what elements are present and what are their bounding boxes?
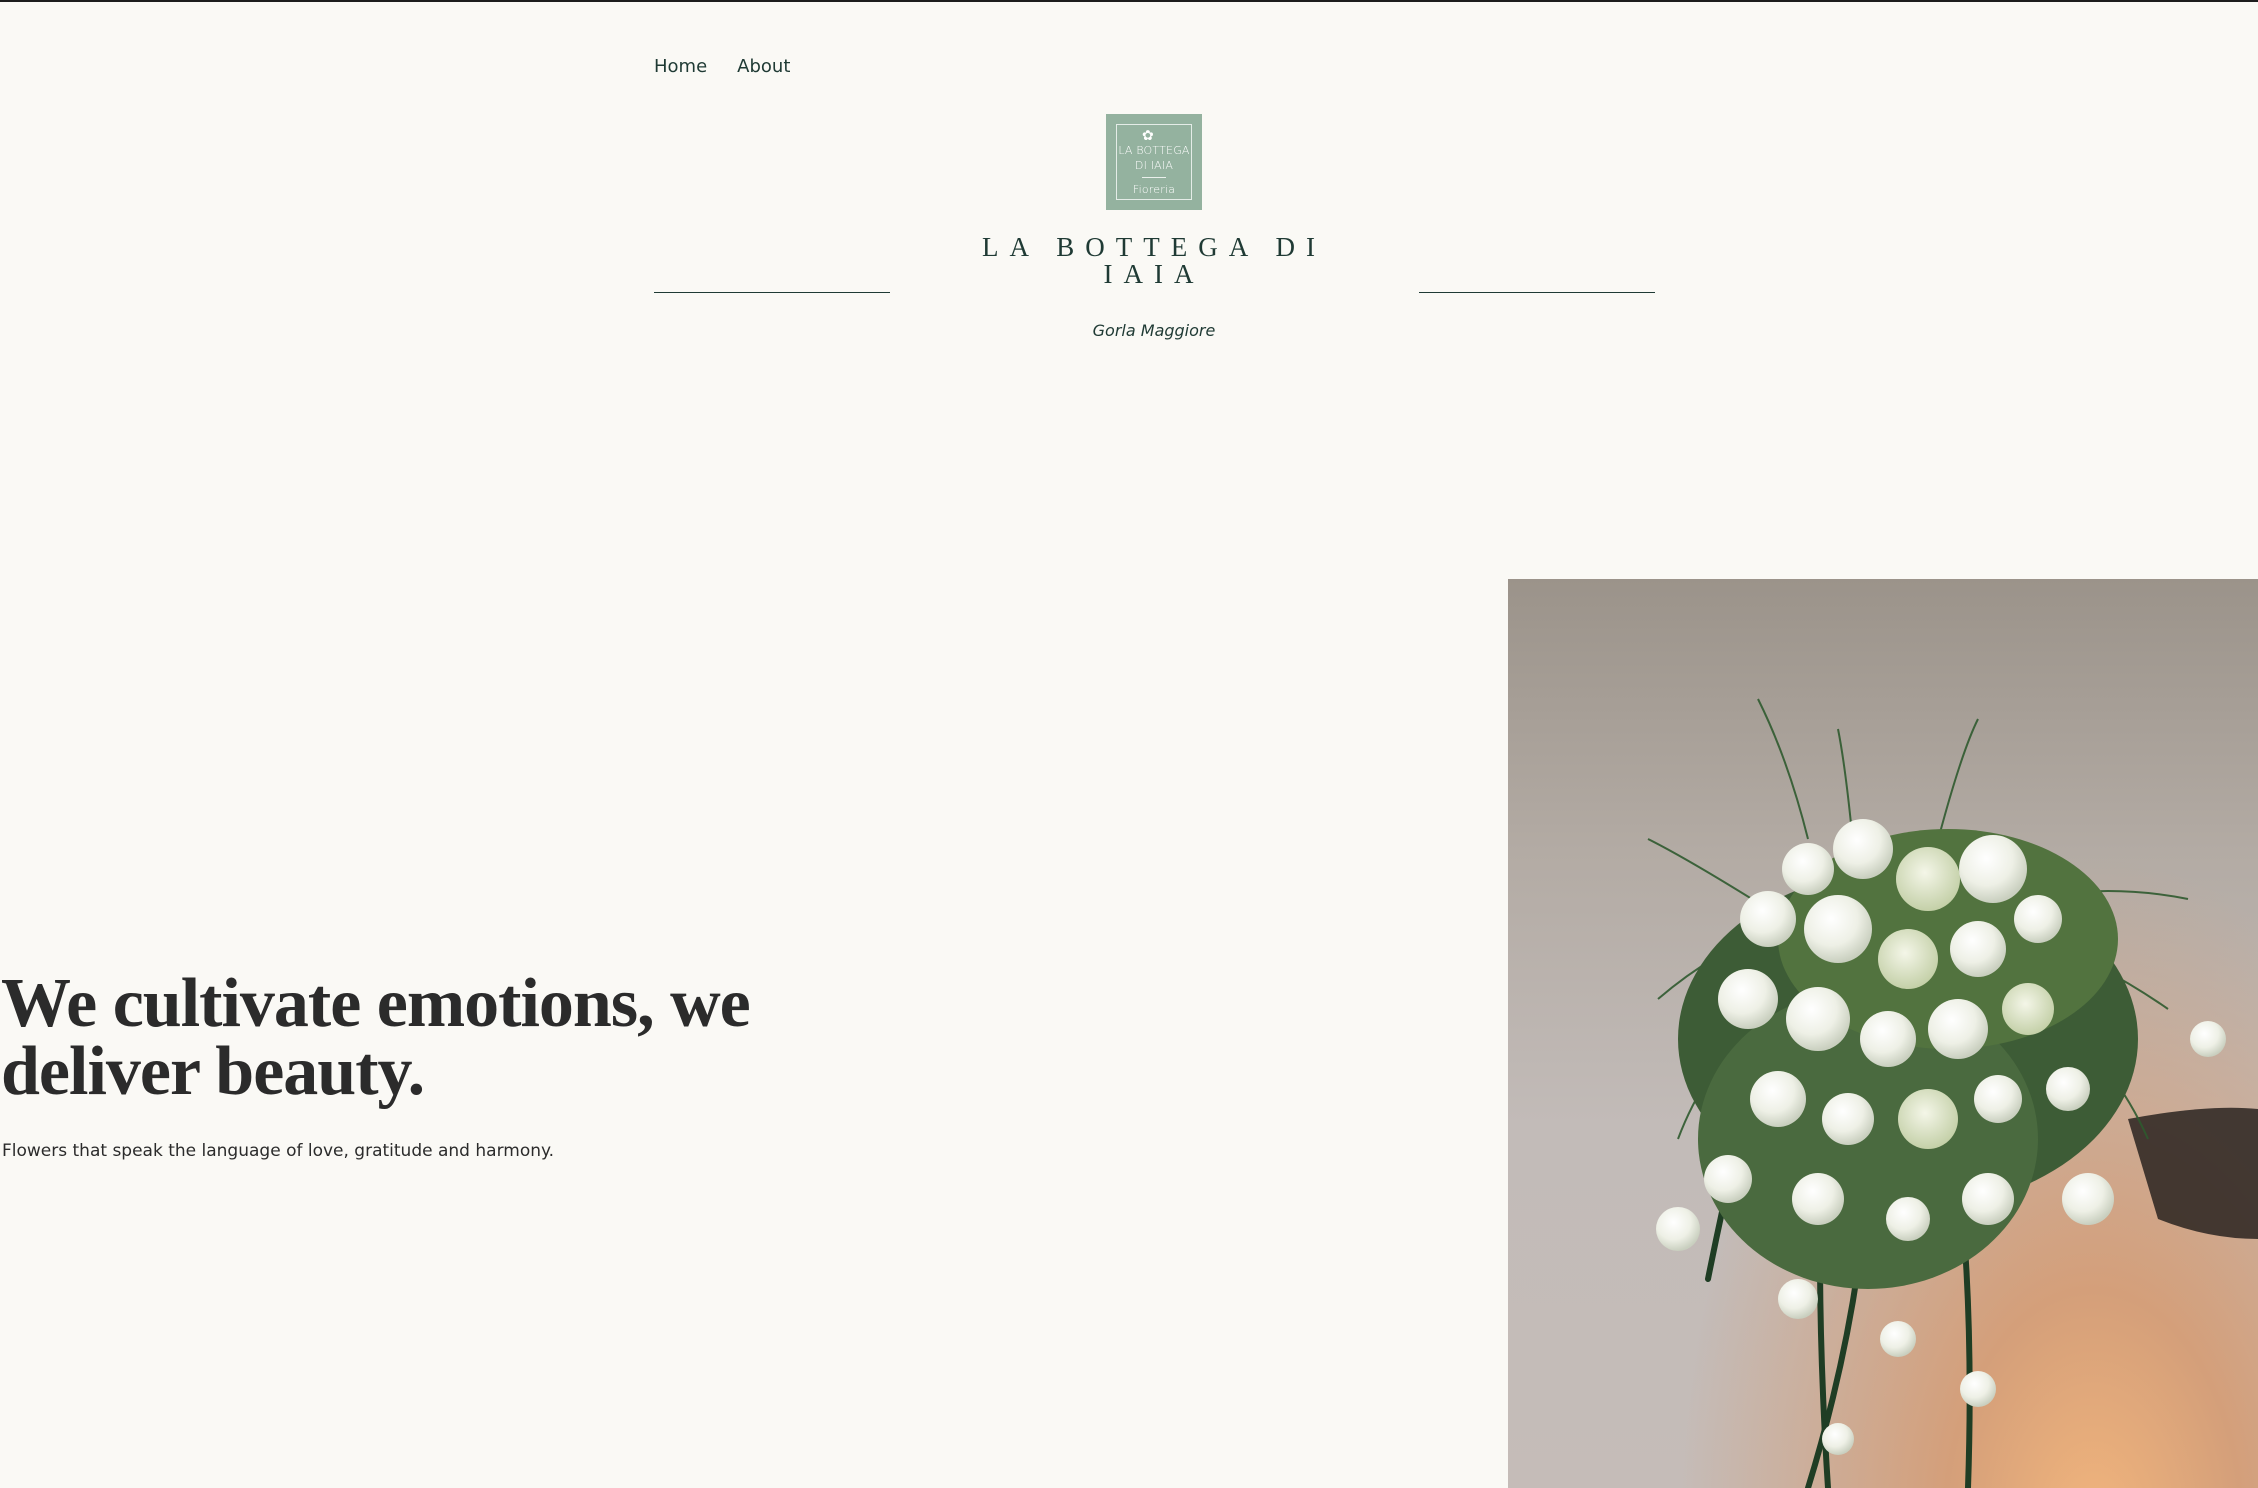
nav-home-link[interactable]: Home — [654, 56, 707, 77]
top-border — [0, 0, 2258, 2]
hero-heading: We cultivate emotions, we deliver beauty… — [1, 965, 751, 1110]
logo-text-line2: DI IAIA — [1134, 159, 1174, 172]
logo-divider — [1142, 177, 1166, 178]
title-divider-right — [1419, 292, 1655, 293]
hero-subheading: Flowers that speak the language of love,… — [2, 1141, 555, 1161]
flower-sprig-icon: ✿ — [1142, 127, 1154, 143]
site-tagline: Gorla Maggiore — [1092, 321, 1216, 340]
hero-bouquet-image — [1508, 579, 2258, 1488]
site-title[interactable]: LA BOTTEGA DI IAIA — [960, 234, 1348, 288]
title-divider-left — [654, 292, 890, 293]
main-nav: Home About — [654, 56, 790, 77]
logo-subtext: Fioreria — [1132, 183, 1176, 196]
logo-text-line1: LA BOTTEGA — [1118, 144, 1190, 157]
site-logo[interactable]: ✿ LA BOTTEGA DI IAIA Fioreria — [1106, 114, 1202, 210]
bouquet-illustration — [1647, 698, 2258, 1488]
nav-about-link[interactable]: About — [737, 56, 790, 77]
